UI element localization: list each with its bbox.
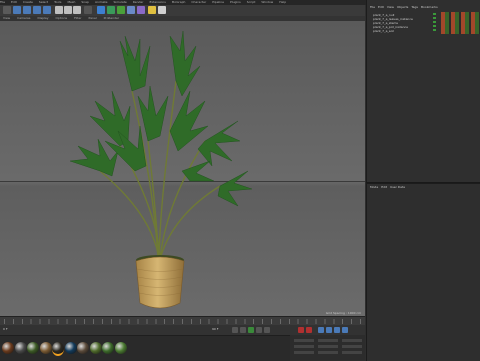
- material-swatch[interactable]: [2, 342, 14, 354]
- grid-spacing-label: Grid Spacing : 1000 cm: [325, 311, 361, 315]
- object-manager-menu-item-1[interactable]: Edit: [378, 5, 384, 9]
- menu-item-6[interactable]: Snap: [81, 0, 89, 4]
- menu-item-17[interactable]: Help: [279, 0, 286, 4]
- scale-icon[interactable]: [23, 6, 31, 14]
- woven-pot: [135, 256, 185, 309]
- x-axis-icon[interactable]: [55, 6, 63, 14]
- goto-end-icon[interactable]: [264, 327, 270, 333]
- end-frame[interactable]: 90 F: [212, 327, 219, 331]
- coordinates-panel: [290, 335, 365, 360]
- next-frame-icon[interactable]: [256, 327, 262, 333]
- key-parameter-icon[interactable]: [342, 327, 348, 333]
- start-frame[interactable]: 0 F: [3, 327, 8, 331]
- subdivision-icon[interactable]: [117, 6, 125, 14]
- viewport-menu-item-5[interactable]: Panel: [89, 16, 97, 20]
- plant-render: [69, 30, 253, 309]
- attribute-manager-menu-item-2[interactable]: User Data: [390, 185, 405, 189]
- object-row[interactable]: plant_7_a_soil: [373, 29, 394, 33]
- prev-frame-icon[interactable]: [240, 327, 246, 333]
- object-manager-menu: File Edit View Objects Tags Bookmarks: [367, 5, 480, 10]
- menu-item-8[interactable]: Simulate: [114, 0, 127, 4]
- material-swatch[interactable]: [77, 342, 89, 354]
- viewport-menu-item-3[interactable]: Options: [56, 16, 68, 20]
- viewport-menu-item-4[interactable]: Filter: [74, 16, 81, 20]
- menu-item-0[interactable]: File: [0, 0, 5, 4]
- menu-item-14[interactable]: Plugins: [230, 0, 241, 4]
- menu-item-16[interactable]: Window: [261, 0, 273, 4]
- material-swatch[interactable]: [27, 342, 39, 354]
- attribute-manager-menu: Mode Edit User Data: [367, 185, 480, 190]
- viewport-menu-item-0[interactable]: View: [3, 16, 10, 20]
- transport-bar: 0 F 90 F: [0, 325, 365, 335]
- viewport-menu-item-2[interactable]: Display: [37, 16, 48, 20]
- material-swatch[interactable]: [64, 342, 77, 354]
- menu-item-1[interactable]: Edit: [11, 0, 17, 4]
- timeline-ruler[interactable]: [4, 319, 361, 324]
- play-icon[interactable]: [248, 327, 254, 333]
- attribute-manager: Mode Edit User Data: [366, 183, 480, 361]
- material-swatch[interactable]: [14, 342, 27, 354]
- menu-item-12[interactable]: Character: [191, 0, 206, 4]
- object-manager-menu-item-3[interactable]: Objects: [397, 5, 408, 9]
- visibility-dots[interactable]: [433, 13, 436, 33]
- live-select-icon[interactable]: [43, 6, 51, 14]
- goto-start-icon[interactable]: [232, 327, 238, 333]
- key-rotation-icon[interactable]: [334, 327, 340, 333]
- menu-item-9[interactable]: Render: [133, 0, 144, 4]
- z-axis-icon[interactable]: [73, 6, 81, 14]
- array-icon[interactable]: [127, 6, 135, 14]
- key-scale-icon[interactable]: [326, 327, 332, 333]
- move-icon[interactable]: [13, 6, 21, 14]
- coordinate-system-icon[interactable]: [84, 6, 92, 14]
- key-position-icon[interactable]: [318, 327, 324, 333]
- material-tags[interactable]: [441, 12, 480, 34]
- deformer-icon[interactable]: [137, 6, 145, 14]
- menu-item-15[interactable]: Script: [247, 0, 256, 4]
- object-manager-menu-item-2[interactable]: View: [387, 5, 394, 9]
- camera-icon[interactable]: [148, 6, 156, 14]
- menu-item-4[interactable]: Tools: [54, 0, 61, 4]
- rotate-icon[interactable]: [33, 6, 41, 14]
- menu-item-10[interactable]: Extensions: [149, 0, 165, 4]
- pen-icon[interactable]: [107, 6, 115, 14]
- material-swatch[interactable]: [39, 342, 52, 354]
- attribute-manager-menu-item-1[interactable]: Edit: [381, 185, 387, 189]
- menu-item-3[interactable]: Select: [39, 0, 48, 4]
- object-manager-menu-item-5[interactable]: Bookmarks: [421, 5, 438, 9]
- fronds: [69, 30, 253, 207]
- autokey-icon[interactable]: [306, 327, 312, 333]
- material-manager: [0, 335, 290, 361]
- y-axis-icon[interactable]: [64, 6, 72, 14]
- record-icon[interactable]: [298, 327, 304, 333]
- object-manager-menu-item-0[interactable]: File: [370, 5, 375, 9]
- material-swatch[interactable]: [52, 342, 64, 356]
- menu-item-11[interactable]: MoGraph: [172, 0, 186, 4]
- menu-item-5[interactable]: Mesh: [67, 0, 75, 4]
- cube-icon[interactable]: [97, 6, 105, 14]
- material-swatch[interactable]: [89, 342, 102, 354]
- viewport-menu-item-1[interactable]: Cameras: [17, 16, 30, 20]
- object-manager: File Edit View Objects Tags Bookmarks plant_7…: [366, 0, 480, 182]
- undo-icon[interactable]: [3, 6, 11, 14]
- attribute-manager-menu-item-0[interactable]: Mode: [370, 185, 378, 189]
- menu-item-2[interactable]: Create: [23, 0, 33, 4]
- viewport-menu-item-6[interactable]: ProRender: [104, 16, 119, 20]
- viewport[interactable]: Grid Spacing : 1000 cm: [0, 21, 365, 316]
- menu-item-13[interactable]: Pipeline: [212, 0, 224, 4]
- menu-item-7[interactable]: Animate: [95, 0, 108, 4]
- material-swatch[interactable]: [102, 342, 114, 354]
- object-manager-menu-item-4[interactable]: Tags: [411, 5, 418, 9]
- material-swatch[interactable]: [114, 342, 127, 354]
- light-icon[interactable]: [158, 6, 166, 14]
